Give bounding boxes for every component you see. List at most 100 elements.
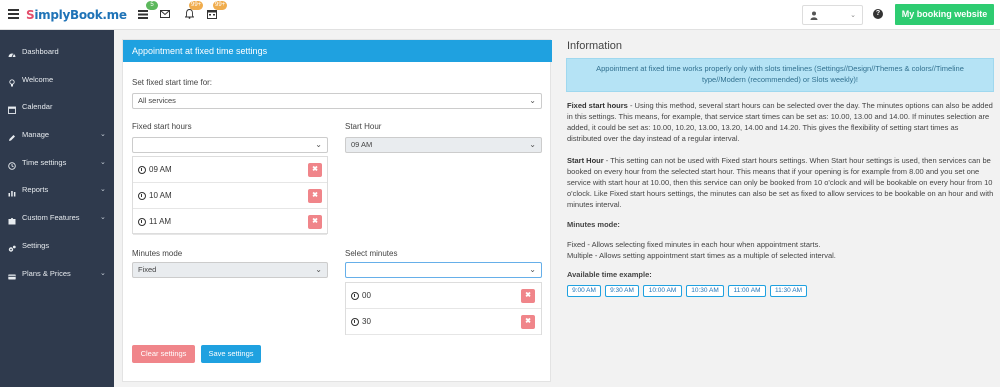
mail-icon[interactable]	[159, 8, 171, 20]
bar-chart-icon	[8, 186, 16, 197]
tasks-icon[interactable]	[137, 8, 149, 20]
information-alert: Appointment at fixed time works properly…	[566, 58, 994, 92]
information-title: Information	[567, 40, 623, 52]
time-list-item: 10 AM ✖	[133, 183, 327, 209]
clock-icon	[351, 292, 359, 300]
fixed-time-settings-panel: Appointment at fixed time settings Set f…	[122, 39, 552, 382]
minutes-mode-select[interactable]: Fixed ⌄	[132, 262, 328, 278]
sidebar-item-plans-prices[interactable]: Plans & Prices ⌄	[0, 265, 114, 283]
sidebar-item-label: Welcome	[22, 75, 54, 84]
minutes-fixed-info: Fixed - Allows selecting fixed minutes i…	[567, 240, 821, 249]
fixed-hours-info: Fixed start hours - Using this method, s…	[567, 100, 995, 144]
remove-time-button[interactable]: ✖	[308, 215, 322, 229]
clock-icon	[138, 166, 146, 174]
minutes-list: 00 ✖ 30 ✖	[345, 282, 542, 335]
credit-card-icon	[8, 270, 16, 280]
sidebar-item-label: Manage	[22, 130, 50, 139]
start-hour-info-heading: Start Hour	[567, 156, 604, 165]
example-heading: Available time example:	[567, 270, 652, 279]
dashboard-icon	[8, 48, 16, 58]
select-minutes-label: Select minutes	[345, 249, 398, 258]
puzzle-icon	[8, 214, 16, 225]
example-time-chip: 9:00 AM	[567, 285, 601, 297]
time-value: 10 AM	[149, 191, 172, 200]
gears-icon	[8, 242, 16, 252]
fixed-hours-select[interactable]: ⌄	[132, 137, 328, 153]
time-value: 09 AM	[149, 165, 172, 174]
sidebar-item-calendar[interactable]: Calendar	[0, 98, 114, 116]
start-hour-value: 09 AM	[351, 140, 373, 149]
example-time-chip: 10:30 AM	[686, 285, 724, 297]
sidebar-item-manage[interactable]: Manage ⌄	[0, 126, 114, 144]
tasks-badge: 5	[146, 1, 158, 10]
sidebar-item-label: Dashboard	[22, 47, 59, 56]
chevron-down-icon: ⌄	[850, 12, 856, 19]
help-icon[interactable]: ?	[873, 9, 883, 19]
start-hour-info: Start Hour - This setting can not be use…	[567, 155, 995, 210]
clear-settings-button[interactable]: Clear settings	[132, 345, 195, 363]
minutes-mode-info-heading: Minutes mode:	[567, 220, 620, 229]
my-booking-website-button[interactable]: My booking website	[895, 4, 994, 25]
time-value: 00	[362, 291, 371, 300]
fixed-hours-list: 09 AM ✖ 10 AM ✖ 11 AM ✖	[132, 156, 328, 235]
logo[interactable]: SimplyBook.me	[26, 8, 127, 22]
example-time-chip: 11:30 AM	[770, 285, 807, 297]
sidebar-item-welcome[interactable]: Welcome	[0, 71, 114, 89]
save-settings-button[interactable]: Save settings	[201, 345, 261, 363]
chevron-down-icon: ⌄	[529, 265, 536, 274]
start-hour-info-text: - This setting can not be used with Fixe…	[567, 156, 994, 209]
sidebar-item-dashboard[interactable]: Dashboard	[0, 43, 114, 61]
remove-time-button[interactable]: ✖	[521, 289, 535, 303]
chevron-down-icon: ⌄	[100, 131, 106, 138]
example-time-chip: 9:30 AM	[605, 285, 639, 297]
time-list-item: 09 AM ✖	[133, 157, 327, 183]
remove-time-button[interactable]: ✖	[308, 163, 322, 177]
sidebar-item-label: Custom Features	[22, 213, 80, 222]
sidebar: Dashboard Welcome Calendar Manage ⌄ Time sett…	[0, 30, 114, 387]
select-minutes-select[interactable]: ⌄	[345, 262, 542, 278]
notifications-badge: 99+	[189, 1, 204, 10]
chevron-down-icon: ⌄	[100, 270, 106, 277]
minutes-mode-label: Minutes mode	[132, 249, 183, 258]
sidebar-item-settings[interactable]: Settings	[0, 237, 114, 255]
top-bar: SimplyBook.me 5 99+ 99+ ⌄ ? My booking w…	[0, 0, 1000, 30]
remove-time-button[interactable]: ✖	[521, 315, 535, 329]
set-for-select[interactable]: All services ⌄	[132, 93, 542, 109]
start-hour-label: Start Hour	[345, 122, 382, 131]
sidebar-item-label: Reports	[22, 185, 49, 194]
clock-icon	[8, 159, 16, 170]
user-menu[interactable]: ⌄	[802, 5, 863, 25]
chevron-down-icon: ⌄	[315, 140, 322, 149]
set-for-label: Set fixed start time for:	[132, 78, 213, 87]
menu-icon[interactable]	[8, 9, 19, 19]
remove-time-button[interactable]: ✖	[308, 189, 322, 203]
pencil-icon	[8, 131, 16, 141]
chevron-down-icon: ⌄	[100, 159, 106, 166]
calendar-icon	[8, 103, 16, 114]
minutes-multiple-info: Multiple - Allows setting appointment st…	[567, 251, 836, 260]
start-hour-select[interactable]: 09 AM ⌄	[345, 137, 542, 153]
sidebar-item-label: Calendar	[22, 102, 53, 111]
time-list-item: 00 ✖	[346, 283, 541, 309]
chevron-down-icon: ⌄	[315, 265, 322, 274]
fixed-hours-info-text: - Using this method, several start hours…	[567, 101, 993, 143]
time-list-item: 30 ✖	[346, 309, 541, 335]
minutes-mode-value: Fixed	[138, 265, 157, 274]
time-value: 11 AM	[149, 217, 172, 226]
clock-icon	[351, 318, 359, 326]
sidebar-item-label: Settings	[22, 241, 50, 250]
chevron-down-icon: ⌄	[529, 96, 536, 105]
sidebar-item-reports[interactable]: Reports ⌄	[0, 181, 114, 199]
sidebar-item-custom-features[interactable]: Custom Features ⌄	[0, 209, 114, 227]
logo-text: implyBook.me	[34, 8, 127, 22]
calendar-badge: 99+	[213, 1, 228, 10]
set-for-value: All services	[138, 96, 176, 105]
time-value: 30	[362, 317, 371, 326]
chevron-down-icon: ⌄	[100, 214, 106, 221]
sidebar-item-time-settings[interactable]: Time settings ⌄	[0, 154, 114, 172]
chevron-down-icon: ⌄	[100, 186, 106, 193]
example-time-chip: 11:00 AM	[728, 285, 766, 297]
fixed-hours-info-heading: Fixed start hours	[567, 101, 628, 110]
user-icon	[810, 11, 818, 20]
time-list-item: 11 AM ✖	[133, 209, 327, 235]
